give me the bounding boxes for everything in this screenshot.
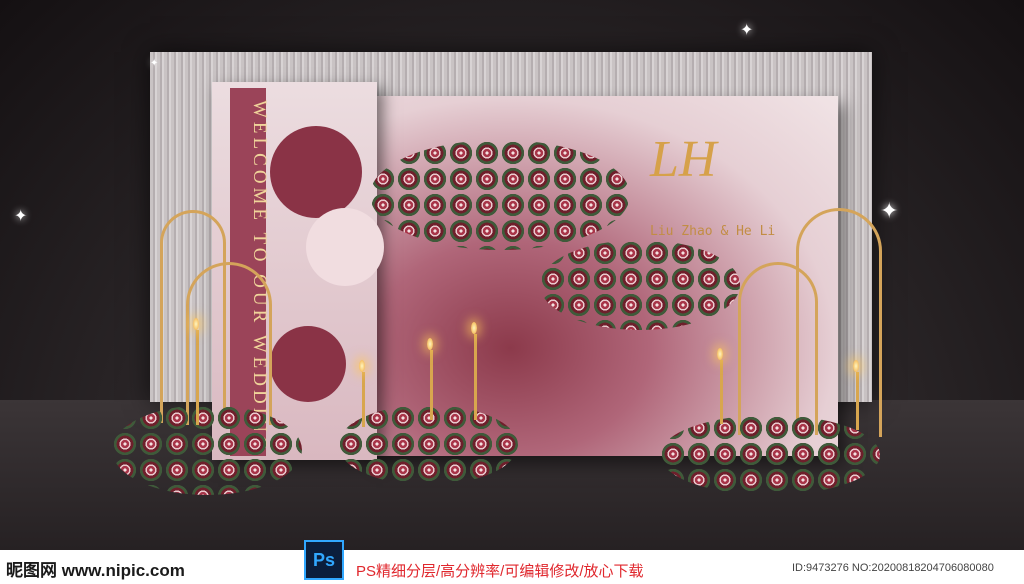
wedding-stage-image: WELCOME TO OUR WEDDING LH Liu Zhao & He … xyxy=(0,0,1024,550)
wine-circle-top xyxy=(270,126,362,218)
sparkle-icon: ✦ xyxy=(880,198,899,223)
flower-cascade-mid xyxy=(540,240,740,330)
image-id: ID:9473276 NO:20200818204706080080 xyxy=(792,562,994,574)
sparkle-icon: ✦ xyxy=(150,58,159,69)
candle-flame xyxy=(427,338,433,350)
candle xyxy=(430,350,433,420)
flower-cascade-top xyxy=(370,140,630,250)
blush-circle xyxy=(306,208,384,286)
site-logo: 昵图网 www.nipic.com xyxy=(6,561,185,580)
flower-bed-right xyxy=(660,415,880,495)
flower-bed-left xyxy=(112,405,302,495)
sparkle-icon: ✦ xyxy=(740,22,754,39)
candle-flame xyxy=(853,360,859,372)
download-tagline: PS精细分层/高分辨率/可编辑修改/放心下载 xyxy=(356,563,644,580)
wine-circle-bottom xyxy=(270,326,346,402)
couple-names: Liu Zhao & He Li xyxy=(650,224,776,239)
candle xyxy=(362,372,365,427)
candle-flame xyxy=(193,318,199,330)
candle-flame xyxy=(471,322,477,334)
candle xyxy=(856,372,859,430)
candle xyxy=(196,330,199,425)
gold-arch-right-2 xyxy=(796,208,882,437)
flower-bed-center xyxy=(338,405,518,485)
candle xyxy=(720,360,723,424)
candle-flame xyxy=(717,348,723,360)
candle-flame xyxy=(359,360,365,372)
candle xyxy=(474,334,477,420)
couple-monogram: LH xyxy=(650,131,717,188)
photoshop-icon: Ps xyxy=(304,540,344,580)
sparkle-icon: ✦ xyxy=(14,208,28,225)
